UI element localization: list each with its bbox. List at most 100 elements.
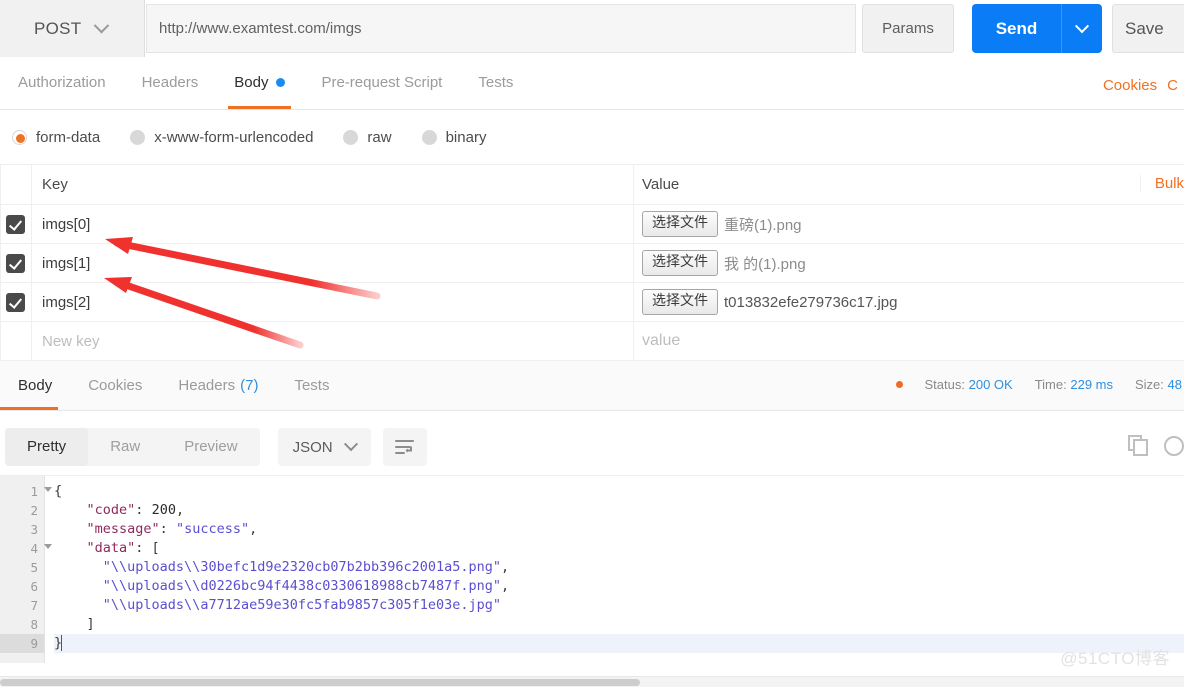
send-button[interactable]: Send — [972, 4, 1061, 53]
radio-icon — [130, 129, 146, 145]
line-number: 7 — [30, 598, 38, 613]
format-label: JSON — [292, 438, 333, 456]
url-bar: POST http://www.examtest.com/imgs Params… — [0, 0, 1184, 57]
code-text[interactable]: { "code": 200, "message": "success", "da… — [45, 476, 1184, 663]
tab-label: Body — [18, 376, 53, 394]
time-value: 229 ms — [1070, 377, 1113, 392]
value-file-cell: 选择文件 我 的(1).png — [634, 244, 1184, 283]
row-checkbox[interactable] — [0, 282, 32, 322]
chevron-down-icon — [1074, 18, 1090, 33]
line-number: 6 — [30, 579, 38, 594]
cookies-link[interactable]: Cookies — [1103, 77, 1157, 94]
code-line: ] — [54, 616, 95, 632]
code-link-truncated[interactable]: C — [1167, 77, 1178, 94]
response-tabs: Body Cookies Headers (7) Tests Status: 2… — [0, 361, 1184, 411]
url-input[interactable]: http://www.examtest.com/imgs — [146, 4, 856, 53]
radio-label: x-www-form-urlencoded — [154, 128, 314, 146]
radio-x-www-form-urlencoded[interactable]: x-www-form-urlencoded — [130, 129, 313, 146]
tab-pre-request-script[interactable]: Pre-request Script — [303, 56, 460, 109]
word-wrap-button[interactable] — [382, 428, 427, 466]
bulk-edit-link[interactable]: Bulk — [1139, 175, 1184, 192]
code-line: "\\uploads\\30befc1d9e2320cb07b2bb396c20… — [102, 559, 510, 575]
choose-file-button[interactable]: 选择文件 — [642, 250, 718, 276]
watermark: @51CTO博客 — [1060, 649, 1170, 668]
send-button-group: Send — [972, 4, 1102, 53]
line-number: 1 — [0, 482, 52, 501]
radio-raw[interactable]: raw — [343, 129, 392, 146]
horizontal-scrollbar[interactable] — [0, 676, 1184, 687]
send-options-button[interactable] — [1061, 4, 1102, 53]
chevron-down-icon — [343, 437, 358, 452]
new-row-checkbox-cell — [0, 321, 32, 361]
file-name-label: t013832efe279736c17.jpg — [724, 293, 898, 311]
status-value: 200 OK — [968, 377, 1013, 392]
header-checkbox-cell — [0, 165, 32, 204]
tab-label: Headers — [178, 376, 236, 394]
choose-file-button[interactable]: 选择文件 — [642, 211, 718, 237]
code-line: "\\uploads\\a7712ae59e30fc5fab9857c305f1… — [102, 597, 502, 613]
radio-icon-selected — [12, 129, 27, 145]
body-modified-dot-icon — [276, 78, 286, 87]
params-button[interactable]: Params — [862, 4, 954, 53]
value-column-label: Value — [642, 176, 680, 193]
row-checkbox[interactable] — [0, 204, 32, 244]
code-line: "message": "success", — [86, 521, 258, 537]
radio-form-data[interactable]: form-data — [12, 129, 100, 146]
method-label: POST — [34, 18, 82, 38]
chevron-down-icon — [93, 17, 109, 34]
radio-icon — [343, 129, 359, 145]
view-mode-preview[interactable]: Preview — [162, 428, 259, 466]
code-line: "\\uploads\\d0226bc94f4438c0330618988cb7… — [102, 578, 510, 594]
choose-file-button[interactable]: 选择文件 — [642, 289, 718, 315]
key-input[interactable]: imgs[0] — [32, 204, 634, 244]
view-mode-raw[interactable]: Raw — [88, 428, 162, 466]
word-wrap-icon — [394, 440, 414, 454]
tab-tests[interactable]: Tests — [460, 56, 531, 109]
response-meta: Status: 200 OK Time: 229 ms Size: 48 — [895, 377, 1184, 392]
request-tabs: Authorization Headers Body Pre-request S… — [0, 57, 1184, 110]
line-number: 2 — [30, 503, 38, 518]
method-selector[interactable]: POST — [0, 0, 145, 57]
fold-arrow-icon[interactable] — [44, 487, 52, 492]
code-line: "data": [ — [86, 540, 160, 556]
checkbox-checked-icon — [6, 292, 25, 312]
response-tab-tests[interactable]: Tests — [276, 360, 347, 410]
copy-icon[interactable] — [1128, 435, 1150, 457]
response-code-viewer[interactable]: 1 2 3 4 5 6 7 8 9 { "code": 200, "messag… — [0, 476, 1184, 663]
response-tab-headers[interactable]: Headers (7) — [160, 360, 276, 410]
table-header-row: Key Value Bulk — [0, 165, 1184, 205]
body-type-radio-group: form-data x-www-form-urlencoded raw bina… — [0, 110, 1184, 165]
radio-icon — [421, 129, 437, 145]
code-line: } — [54, 634, 1184, 653]
line-number: 8 — [30, 617, 38, 632]
response-tab-body[interactable]: Body — [0, 360, 70, 410]
fold-arrow-icon[interactable] — [44, 544, 52, 549]
row-checkbox[interactable] — [0, 243, 32, 283]
tab-authorization[interactable]: Authorization — [0, 56, 124, 109]
save-button[interactable]: Save — [1112, 4, 1184, 53]
view-mode-segmented: Pretty Raw Preview — [5, 428, 260, 466]
new-key-input[interactable]: New key — [32, 321, 634, 361]
checkbox-checked-icon — [6, 214, 25, 234]
tab-label: Authorization — [18, 74, 106, 91]
headers-count: (7) — [240, 376, 259, 394]
tab-body[interactable]: Body — [216, 56, 303, 109]
column-header-value: Value Bulk — [634, 165, 1184, 204]
column-header-key: Key — [32, 165, 634, 204]
radio-binary[interactable]: binary — [421, 129, 486, 146]
file-name-label: 我 的(1).png — [724, 255, 806, 273]
tab-headers[interactable]: Headers — [124, 56, 217, 109]
format-selector[interactable]: JSON — [277, 428, 371, 466]
key-input[interactable]: imgs[1] — [32, 243, 634, 283]
code-line: "code": 200, — [86, 502, 185, 518]
view-mode-pretty[interactable]: Pretty — [5, 428, 89, 466]
search-icon[interactable] — [1164, 436, 1184, 456]
scrollbar-thumb[interactable] — [0, 679, 640, 686]
response-view-toolbar: Pretty Raw Preview JSON — [0, 419, 1184, 476]
value-file-cell: 选择文件 重磅(1).png — [634, 205, 1184, 244]
response-tab-cookies[interactable]: Cookies — [70, 360, 160, 410]
key-input[interactable]: imgs[2] — [32, 282, 634, 322]
table-row: imgs[2] 选择文件 t013832efe279736c17.jpg — [0, 282, 1184, 322]
tab-label: Body — [234, 74, 269, 91]
new-value-input[interactable]: value — [634, 322, 1184, 361]
